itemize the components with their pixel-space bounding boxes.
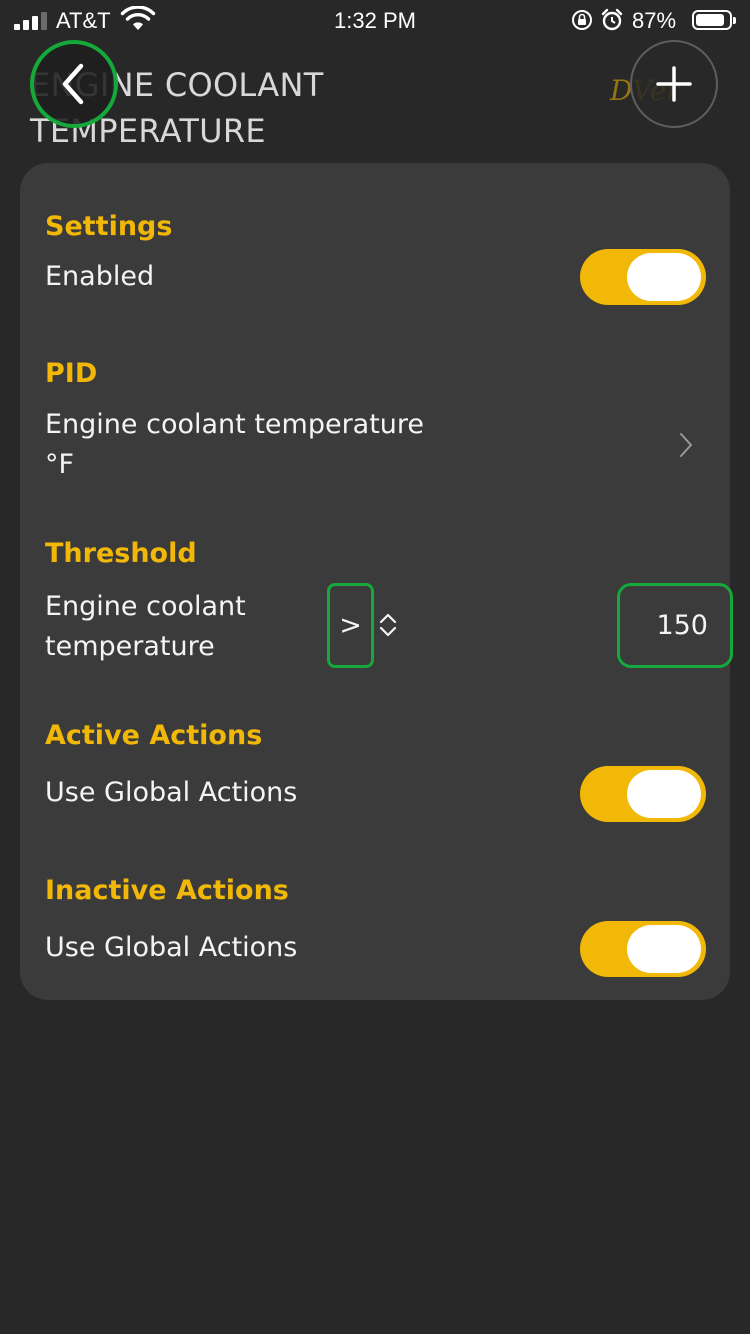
active-actions-option-label: Use Global Actions (45, 777, 298, 808)
settings-section-label: Settings (45, 211, 173, 242)
plus-icon (656, 66, 692, 102)
up-down-chevron-icon[interactable] (378, 611, 398, 639)
add-button[interactable] (630, 40, 718, 128)
active-actions-toggle[interactable] (580, 766, 706, 822)
active-actions-section-label: Active Actions (45, 720, 263, 751)
threshold-section-label: Threshold (45, 538, 197, 569)
threshold-name-line2: temperature (45, 631, 215, 662)
battery-percent: 87% (632, 8, 677, 33)
settings-card: Settings Enabled PID Engine coolant temp… (20, 163, 733, 1000)
inactive-actions-option-label: Use Global Actions (45, 932, 298, 963)
alarm-icon (601, 8, 623, 31)
threshold-name-line1: Engine coolant (45, 591, 246, 622)
operator-select[interactable]: > (327, 583, 374, 668)
pid-unit: °F (45, 449, 75, 480)
back-button[interactable] (30, 40, 118, 128)
orientation-lock-icon (572, 10, 592, 30)
inactive-actions-section-label: Inactive Actions (45, 875, 289, 906)
threshold-value-input[interactable]: 150 (617, 583, 733, 668)
pid-section-label: PID (45, 358, 98, 389)
inactive-actions-toggle[interactable] (580, 921, 706, 977)
pid-name: Engine coolant temperature (45, 409, 425, 440)
battery-icon (692, 10, 736, 30)
chevron-right-icon (680, 433, 692, 457)
enabled-toggle[interactable] (580, 249, 706, 305)
enabled-label: Enabled (45, 261, 155, 292)
chevron-left-icon (62, 63, 84, 105)
status-bar: AT&T 1:32 PM 87% (0, 0, 750, 40)
